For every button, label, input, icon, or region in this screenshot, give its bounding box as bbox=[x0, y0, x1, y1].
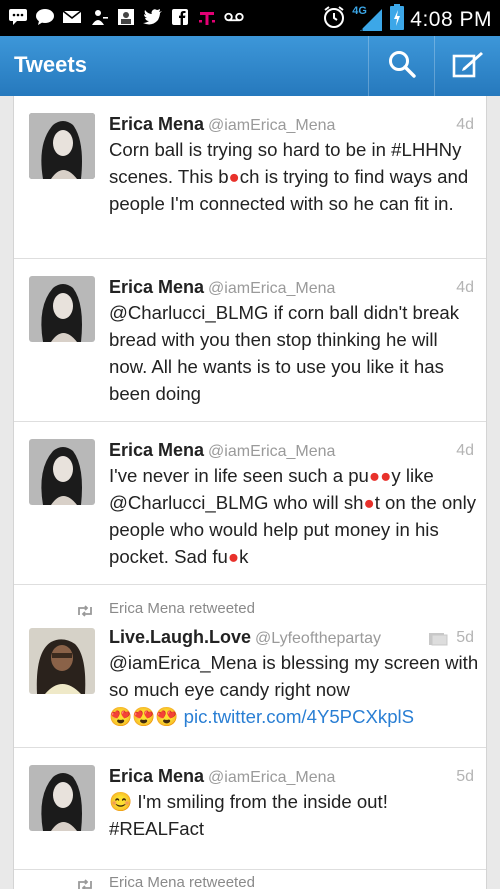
tweet-age: 5d bbox=[456, 768, 474, 785]
tweet-item[interactable]: Erica Mena @iamErica_Mena 4d I've never i… bbox=[14, 422, 486, 585]
tweet-text: Corn ball is trying so hard to be in #LH… bbox=[109, 139, 469, 214]
battery-icon bbox=[390, 4, 405, 35]
avatar[interactable] bbox=[29, 765, 95, 831]
search-button[interactable] bbox=[368, 36, 434, 96]
author-name[interactable]: Erica Mena bbox=[109, 277, 204, 297]
censor-mark: ● bbox=[227, 546, 240, 567]
action-bar: Tweets bbox=[0, 36, 500, 96]
facebook-icon bbox=[170, 6, 190, 28]
tweet-text-block: 😊 I'm smiling from the inside out! #REAL… bbox=[109, 788, 481, 842]
tweet-age: 4d bbox=[456, 116, 474, 133]
avatar[interactable] bbox=[29, 276, 95, 342]
tweet-emoji: 😊 bbox=[109, 791, 133, 812]
tweet-item[interactable]: Erica Mena @iamErica_Mena 5d 😊 I'm smilin… bbox=[14, 748, 486, 870]
censor-mark: ● bbox=[228, 166, 240, 187]
tweet-header: Erica Mena @iamErica_Mena 4d bbox=[109, 277, 474, 301]
clock: 4:08 PM bbox=[410, 7, 492, 31]
signal-icon: 4G bbox=[352, 5, 384, 33]
tweet-item[interactable]: Erica Mena @iamErica_Mena 4d Corn ball is… bbox=[14, 96, 486, 259]
retweeted-by: Erica Mena retweeted bbox=[109, 600, 255, 617]
compose-button[interactable] bbox=[434, 36, 500, 96]
author-handle[interactable]: @Lyfeofthepartay bbox=[255, 630, 381, 647]
person-icon bbox=[89, 6, 109, 28]
compose-icon bbox=[452, 50, 484, 83]
retweeted-by: Erica Mena retweeted bbox=[109, 874, 255, 889]
tweet-age: 4d bbox=[456, 279, 474, 296]
author-name[interactable]: Live.Laugh.Love bbox=[109, 627, 251, 647]
author-handle[interactable]: @iamErica_Mena bbox=[208, 117, 335, 134]
author-name[interactable]: Erica Mena bbox=[109, 766, 204, 786]
tweet-list[interactable]: Erica Mena @iamErica_Mena 4d Corn ball is… bbox=[13, 96, 487, 889]
avatar[interactable] bbox=[29, 628, 95, 694]
tweet-header: Erica Mena @iamErica_Mena 5d bbox=[109, 766, 474, 790]
search-icon bbox=[388, 50, 416, 83]
censor-mark: ● bbox=[363, 492, 375, 513]
tweet-emoji: 😍😍😍 bbox=[109, 706, 179, 727]
system-icons: 4G 4:08 PM bbox=[322, 4, 492, 35]
tweet-header: Erica Mena @iamErica_Mena 4d bbox=[109, 114, 474, 138]
photo-icon bbox=[428, 632, 448, 646]
avatar[interactable] bbox=[29, 113, 95, 179]
message-icon bbox=[35, 6, 55, 28]
author-handle[interactable]: @iamErica_Mena bbox=[208, 769, 335, 786]
notification-icons bbox=[8, 6, 244, 28]
tweet-text: I'm smiling from the inside out! #REALFa… bbox=[109, 791, 388, 839]
tweet-link[interactable]: pic.twitter.com/4Y5PCXkplS bbox=[184, 706, 414, 727]
tweet-header: Erica Mena @iamErica_Mena 4d bbox=[109, 440, 474, 464]
retweet-icon bbox=[76, 604, 94, 617]
author-handle[interactable]: @iamErica_Mena bbox=[208, 443, 335, 460]
tweet-text: @Charlucci_BLMG if corn ball didn't brea… bbox=[109, 302, 460, 404]
mail-icon bbox=[62, 6, 82, 28]
censor-mark: ● bbox=[380, 465, 392, 486]
tweet-text-block: @iamErica_Mena is blessing my screen wit… bbox=[109, 649, 481, 730]
author-handle[interactable]: @iamErica_Mena bbox=[208, 280, 335, 297]
author-name[interactable]: Erica Mena bbox=[109, 440, 204, 460]
author-name[interactable]: Erica Mena bbox=[109, 114, 204, 134]
tweet-age: 4d bbox=[456, 442, 474, 459]
image-icon bbox=[116, 6, 136, 28]
status-bar: 4G 4:08 PM bbox=[0, 0, 500, 36]
alarm-icon bbox=[322, 5, 346, 34]
page-title: Tweets bbox=[14, 52, 87, 77]
retweet-icon bbox=[76, 878, 94, 889]
chat-icon bbox=[8, 6, 28, 28]
tweet-item[interactable]: Erica Mena retweeted Live.Laugh.Love @Lyf… bbox=[14, 585, 486, 748]
tweet-item[interactable]: Erica Mena @iamErica_Mena 4d @Charlucci_B… bbox=[14, 259, 486, 422]
avatar[interactable] bbox=[29, 439, 95, 505]
tmobile-icon bbox=[197, 6, 217, 28]
censor-mark: ● bbox=[368, 465, 381, 486]
tweet-text: @iamErica_Mena is blessing my screen wit… bbox=[109, 652, 479, 700]
tweet-age: 5d bbox=[456, 629, 474, 646]
tweet-header: Live.Laugh.Love @Lyfeofthepartay 5d bbox=[109, 627, 474, 651]
tweet-text: I've never in life seen such a pu●●y lik… bbox=[109, 465, 477, 567]
voicemail-icon bbox=[224, 6, 244, 28]
tweet-item[interactable]: Erica Mena retweeted bbox=[14, 870, 486, 889]
twitter-icon bbox=[143, 6, 163, 28]
